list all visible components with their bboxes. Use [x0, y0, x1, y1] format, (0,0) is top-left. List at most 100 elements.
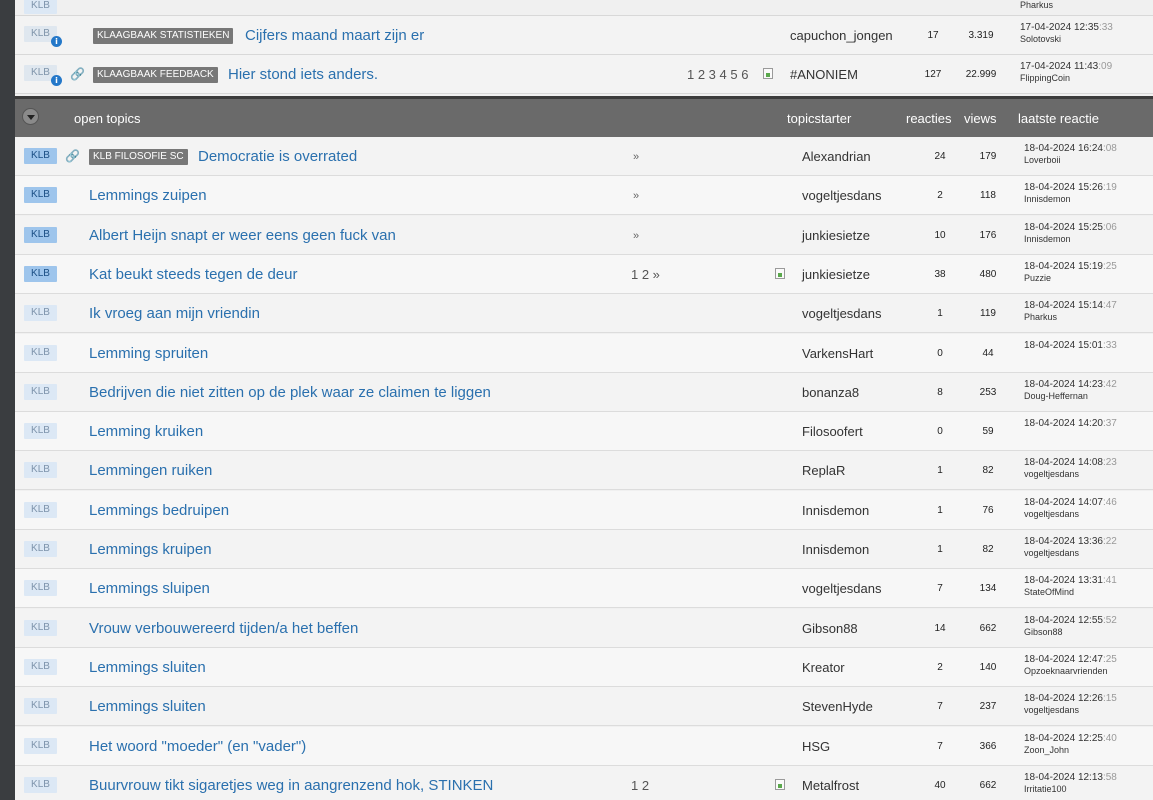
topic-title-link[interactable]: Lemmings kruipen [89, 540, 212, 559]
category-tag[interactable]: KLAAGBAAK STATISTIEKEN [93, 28, 234, 44]
topic-row[interactable]: KLB Buurvrouw tikt sigaretjes weg in aang… [15, 766, 1153, 800]
topic-row[interactable]: KLB Ik vroeg aan mijn vriendin vogeltjesda… [15, 294, 1153, 333]
topic-starter[interactable]: #ANONIEM [790, 67, 858, 83]
topic-starter[interactable]: HSG [802, 739, 830, 755]
topic-title-link[interactable]: Lemmings sluiten [89, 697, 206, 716]
last-reply-user[interactable]: Pharkus [1024, 312, 1057, 323]
topic-starter[interactable]: junkiesietze [802, 267, 870, 283]
topic-starter[interactable]: Alexandrian [802, 149, 871, 165]
topic-starter[interactable]: Innisdemon [802, 503, 869, 519]
klb-badge[interactable]: KLB [24, 423, 57, 439]
topic-row[interactable]: KLB Lemming kruiken Filosoofert 0 59 18-04-20… [15, 412, 1153, 451]
topic-title-link[interactable]: Lemmings sluiten [89, 658, 206, 677]
last-reply-user[interactable]: Opzoeknaarvrienden [1024, 666, 1108, 677]
topic-title-link[interactable]: Lemmingen ruiken [89, 461, 212, 480]
topic-title-link[interactable]: Lemmings sluipen [89, 579, 210, 598]
last-reply-user[interactable]: vogeltjesdans [1024, 548, 1079, 559]
topic-row[interactable]: KLB Het woord "moeder" (en "vader") HSG 7 36… [15, 727, 1153, 766]
topic-title-link[interactable]: Vrouw verbouwereerd tijden/a het beffen [89, 619, 358, 638]
last-reply-date[interactable]: 18-04-2024 13:36:22 [1024, 536, 1117, 548]
new-posts-icon[interactable] [775, 268, 785, 279]
topic-title-link[interactable]: Kat beukt steeds tegen de deur [89, 265, 297, 284]
last-reply-date[interactable]: 17-04-2024 11:43:09 [1020, 61, 1112, 73]
topic-title-link[interactable]: Cijfers maand maart zijn er [245, 26, 424, 45]
klb-badge[interactable]: KLB [24, 266, 57, 282]
last-reply-date[interactable]: 18-04-2024 15:01:33 [1024, 340, 1117, 352]
topic-title-link[interactable]: Democratie is overrated [198, 147, 357, 166]
last-reply-date[interactable]: 18-04-2024 12:47:25 [1024, 654, 1117, 666]
topic-row[interactable]: KLB Lemmings bedruipen Innisdemon 1 76 18-04-… [15, 491, 1153, 530]
klb-badge[interactable]: KLB [24, 777, 57, 793]
klb-badge[interactable]: KLB [24, 305, 57, 321]
last-reply-user[interactable]: Innisdemon [1024, 194, 1071, 205]
klb-badge[interactable]: KLB [24, 462, 57, 478]
topic-starter[interactable]: Innisdemon [802, 542, 869, 558]
topic-title-link[interactable]: Bedrijven die niet zitten op de plek waa… [89, 383, 491, 402]
last-reply-date[interactable]: 18-04-2024 14:23:42 [1024, 379, 1117, 391]
last-reply-date[interactable]: 18-04-2024 14:08:23 [1024, 457, 1117, 469]
last-reply-user[interactable]: Solotovski [1020, 34, 1061, 45]
topic-starter[interactable]: capuchon_jongen [790, 28, 893, 44]
topic-row[interactable]: KLB Lemming spruiten VarkensHart 0 44 18-04-2… [15, 334, 1153, 373]
last-reply-date[interactable]: 18-04-2024 16:24:08 [1024, 143, 1117, 155]
topic-starter[interactable]: Kreator [802, 660, 845, 676]
last-reply-date[interactable]: 18-04-2024 15:14:47 [1024, 300, 1117, 312]
jump-last-link[interactable]: » [633, 149, 639, 165]
topic-row[interactable]: KLB Bedrijven die niet zitten op de plek … [15, 373, 1153, 412]
header-reacties[interactable]: reacties [906, 111, 952, 127]
page-links[interactable]: 1 2 [631, 778, 649, 794]
last-reply-user[interactable]: Puzzie [1024, 273, 1051, 284]
topic-starter[interactable]: junkiesietze [802, 228, 870, 244]
klb-badge[interactable]: KLB [24, 0, 57, 14]
klb-badge[interactable]: KLB [24, 659, 57, 675]
klb-badge[interactable]: KLB [24, 502, 57, 518]
topic-starter[interactable]: Gibson88 [802, 621, 858, 637]
last-reply-user[interactable]: Gibson88 [1024, 627, 1063, 638]
klb-badge[interactable]: KLB [24, 384, 57, 400]
collapse-toggle-icon[interactable] [22, 108, 39, 125]
last-reply-user[interactable]: Doug-Heffernan [1024, 391, 1088, 402]
last-reply-date[interactable]: 17-04-2024 12:35:33 [1020, 22, 1113, 34]
jump-last-link[interactable]: » [633, 228, 639, 244]
klb-badge[interactable]: KLB [24, 738, 57, 754]
last-reply-user[interactable]: vogeltjesdans [1024, 469, 1079, 480]
last-reply-date[interactable]: 18-04-2024 12:26:15 [1024, 693, 1117, 705]
last-reply-date[interactable]: 18-04-2024 12:25:40 [1024, 733, 1117, 745]
last-reply-date[interactable]: 18-04-2024 12:13:58 [1024, 772, 1117, 784]
topic-row[interactable]: KLB Albert Heijn snapt er weer eens geen … [15, 216, 1153, 255]
topic-starter[interactable]: ReplaR [802, 463, 845, 479]
klb-badge[interactable]: KLB [24, 580, 57, 596]
last-reply-user[interactable]: vogeltjesdans [1024, 705, 1079, 716]
new-posts-icon[interactable] [763, 68, 773, 79]
pinned-topic-row[interactable]: KLB i KLAAGBAAK STATISTIEKEN Cijfers maa… [15, 16, 1153, 55]
klb-badge[interactable]: KLB [24, 148, 57, 164]
last-reply-date[interactable]: 18-04-2024 13:31:41 [1024, 575, 1117, 587]
klb-badge[interactable]: KLB [24, 620, 57, 636]
last-reply-date[interactable]: 18-04-2024 14:20:37 [1024, 418, 1117, 430]
new-posts-icon[interactable] [775, 779, 785, 790]
last-reply-date[interactable]: 18-04-2024 15:19:25 [1024, 261, 1117, 273]
header-laatste-reactie[interactable]: laatste reactie [1018, 111, 1099, 127]
last-reply-date[interactable]: 18-04-2024 15:26:19 [1024, 182, 1117, 194]
topic-starter[interactable]: vogeltjesdans [802, 306, 882, 322]
klb-badge[interactable]: KLB [24, 541, 57, 557]
topic-starter[interactable]: Filosoofert [802, 424, 863, 440]
last-reply-date[interactable]: 18-04-2024 14:07:46 [1024, 497, 1117, 509]
topic-title-link[interactable]: Buurvrouw tikt sigaretjes weg in aangren… [89, 776, 493, 795]
topic-row[interactable]: KLB Lemmings sluipen vogeltjesdans 7 134 18-0… [15, 569, 1153, 608]
jump-last-link[interactable]: » [633, 188, 639, 204]
topic-row[interactable]: KLB Vrouw verbouwereerd tijden/a het beff… [15, 609, 1153, 648]
last-reply-date[interactable]: 18-04-2024 12:55:52 [1024, 615, 1117, 627]
page-links[interactable]: 1 2 » [631, 267, 660, 283]
klb-badge[interactable]: KLB [24, 345, 57, 361]
last-reply-user[interactable]: FlippingCoin [1020, 73, 1070, 84]
last-reply-user[interactable]: Zoon_John [1024, 745, 1069, 756]
topic-title-link[interactable]: Lemmings bedruipen [89, 501, 229, 520]
topic-title-link[interactable]: Lemmings zuipen [89, 186, 207, 205]
topic-starter[interactable]: bonanza8 [802, 385, 859, 401]
topic-row[interactable]: KLB Lemmings sluiten StevenHyde 7 237 18-04-2… [15, 687, 1153, 726]
klb-badge[interactable]: KLB [24, 698, 57, 714]
page-links[interactable]: 1 2 3 4 5 6 [687, 67, 748, 83]
topic-starter[interactable]: VarkensHart [802, 346, 873, 362]
header-topicstarter[interactable]: topicstarter [787, 111, 851, 127]
